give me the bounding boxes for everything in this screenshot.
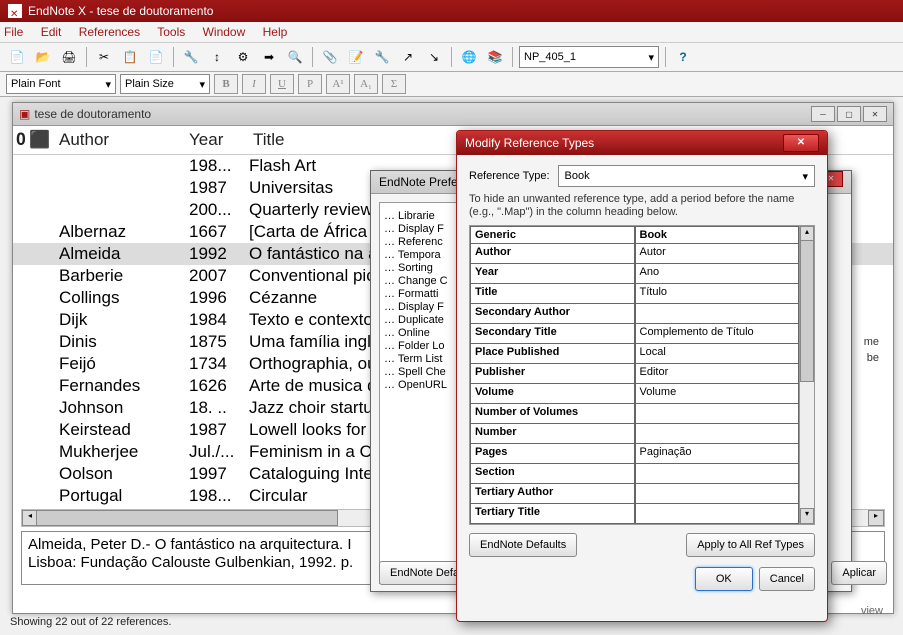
app-title: EndNote X - tese de doutoramento	[28, 0, 213, 22]
reference-type-label: Reference Type:	[469, 170, 550, 182]
import-icon[interactable]: ↘	[423, 46, 445, 68]
preferences-title: EndNote Prefer	[379, 171, 462, 193]
tool-icon[interactable]: 🔧	[371, 46, 393, 68]
field-row[interactable]: Tertiary Title	[470, 504, 799, 524]
aplicar-button[interactable]: Aplicar	[831, 561, 887, 585]
field-row[interactable]: AuthorAutor	[470, 244, 799, 264]
maximize-button[interactable]: ▢	[837, 106, 861, 122]
cancel-button[interactable]: Cancel	[759, 567, 815, 591]
year-header[interactable]: Year	[189, 130, 249, 150]
field-row[interactable]: PublisherEditor	[470, 364, 799, 384]
hint-text: To hide an unwanted reference type, add …	[469, 193, 815, 219]
book-header[interactable]: Book	[635, 226, 800, 244]
ok-button[interactable]: OK	[695, 567, 753, 591]
symbol-button[interactable]: Σ	[382, 74, 406, 94]
separator	[173, 47, 174, 67]
library-title-bar: ▣tese de doutoramento ─ ▢ ✕	[13, 103, 893, 126]
attachment-col[interactable]: 𝟎	[13, 130, 29, 150]
field-row[interactable]: Secondary TitleComplemento de Título	[470, 324, 799, 344]
tool-icon[interactable]: 🔧	[180, 46, 202, 68]
field-row[interactable]: PagesPaginação	[470, 444, 799, 464]
separator	[86, 47, 87, 67]
chevron-down-icon: ▾	[648, 51, 654, 64]
style-value: NP_405_1	[524, 51, 576, 63]
close-button[interactable]: ✕	[783, 134, 819, 152]
pdf-col[interactable]: ⬛	[29, 130, 53, 150]
field-mapping-table: Generic Book AuthorAutorYearAnoTitleTítu…	[469, 225, 815, 525]
field-row[interactable]: Number of Volumes	[470, 404, 799, 424]
superscript-button[interactable]: A¹	[326, 74, 350, 94]
scroll-down-button[interactable]: ▾	[800, 508, 814, 524]
menu-window[interactable]: Window	[203, 25, 246, 39]
partial-text: be	[867, 352, 879, 364]
minimize-button[interactable]: ─	[811, 106, 835, 122]
chevron-down-icon: ▾	[802, 170, 808, 183]
online-icon[interactable]: 🌐	[458, 46, 480, 68]
modify-title-bar[interactable]: Modify Reference Types ✕	[457, 131, 827, 155]
separator	[512, 47, 513, 67]
format-toolbar: Plain Font▾ Plain Size▾ B I U P A¹ A₁ Σ	[0, 72, 903, 97]
bold-button[interactable]: B	[214, 74, 238, 94]
field-row[interactable]: YearAno	[470, 264, 799, 284]
menu-file[interactable]: File	[4, 25, 23, 39]
underline-button[interactable]: U	[270, 74, 294, 94]
font-name-select[interactable]: Plain Font▾	[6, 74, 116, 94]
menu-help[interactable]: Help	[263, 25, 288, 39]
paste-icon[interactable]: 📄	[145, 46, 167, 68]
separator	[665, 47, 666, 67]
menu-bar: File Edit References Tools Window Help	[0, 22, 903, 43]
field-row[interactable]: Place PublishedLocal	[470, 344, 799, 364]
scroll-thumb[interactable]	[800, 240, 814, 382]
library-name: tese de doutoramento	[34, 107, 151, 121]
goto-icon[interactable]: ➡	[258, 46, 280, 68]
copy-icon[interactable]: 📋	[119, 46, 141, 68]
reference-type-select[interactable]: Book ▾	[558, 165, 815, 187]
export-icon[interactable]: ↗	[397, 46, 419, 68]
menu-edit[interactable]: Edit	[41, 25, 62, 39]
sort-icon[interactable]: ↕	[206, 46, 228, 68]
separator	[312, 47, 313, 67]
apply-all-button[interactable]: Apply to All Ref Types	[686, 533, 815, 557]
separator	[451, 47, 452, 67]
insert-icon[interactable]: 📎	[319, 46, 341, 68]
endnote-defaults-button[interactable]: EndNote Defaults	[469, 533, 577, 557]
field-row[interactable]: TitleTítulo	[470, 284, 799, 304]
find-icon[interactable]: 🔍	[284, 46, 306, 68]
print-icon[interactable]: 🖨	[58, 46, 80, 68]
scroll-right-button[interactable]: ▸	[868, 510, 884, 526]
field-row[interactable]: Tertiary Author	[470, 484, 799, 504]
open-icon[interactable]: 📂	[32, 46, 54, 68]
new-icon[interactable]: 📄	[6, 46, 28, 68]
font-size-select[interactable]: Plain Size▾	[120, 74, 210, 94]
toolbar: 📄 📂 🖨 ✂ 📋 📄 🔧 ↕ ⚙ ➡ 🔍 📎 📝 🔧 ↗ ↘ 🌐 📚 NP_4…	[0, 43, 903, 72]
modify-title: Modify Reference Types	[465, 131, 594, 155]
field-row[interactable]: Section	[470, 464, 799, 484]
app-title-bar: EndNote X - tese de doutoramento	[0, 0, 903, 22]
partial-text: me	[864, 336, 879, 348]
cut-icon[interactable]: ✂	[93, 46, 115, 68]
endnote-icon	[8, 4, 22, 18]
italic-button[interactable]: I	[242, 74, 266, 94]
scroll-thumb[interactable]	[36, 510, 338, 526]
vertical-scrollbar[interactable]: ▴ ▾	[799, 226, 814, 524]
format-icon[interactable]: 📝	[345, 46, 367, 68]
output-style-select[interactable]: NP_405_1 ▾	[519, 46, 659, 68]
reference-type-value: Book	[565, 170, 590, 182]
menu-tools[interactable]: Tools	[157, 25, 185, 39]
field-row[interactable]: Number	[470, 424, 799, 444]
generic-header: Generic	[470, 226, 635, 244]
modify-reference-types-window: Modify Reference Types ✕ Reference Type:…	[456, 130, 828, 622]
field-row[interactable]: VolumeVolume	[470, 384, 799, 404]
help-icon[interactable]: ?	[672, 46, 694, 68]
partial-text: view	[861, 605, 883, 617]
menu-references[interactable]: References	[79, 25, 140, 39]
subscript-button[interactable]: A₁	[354, 74, 378, 94]
status-bar: Showing 22 out of 22 references.	[10, 616, 171, 628]
tool-icon[interactable]: ⚙	[232, 46, 254, 68]
library-icon[interactable]: 📚	[484, 46, 506, 68]
field-row[interactable]: Secondary Author	[470, 304, 799, 324]
plain-button[interactable]: P	[298, 74, 322, 94]
close-button[interactable]: ✕	[863, 106, 887, 122]
author-header[interactable]: Author	[53, 130, 189, 150]
